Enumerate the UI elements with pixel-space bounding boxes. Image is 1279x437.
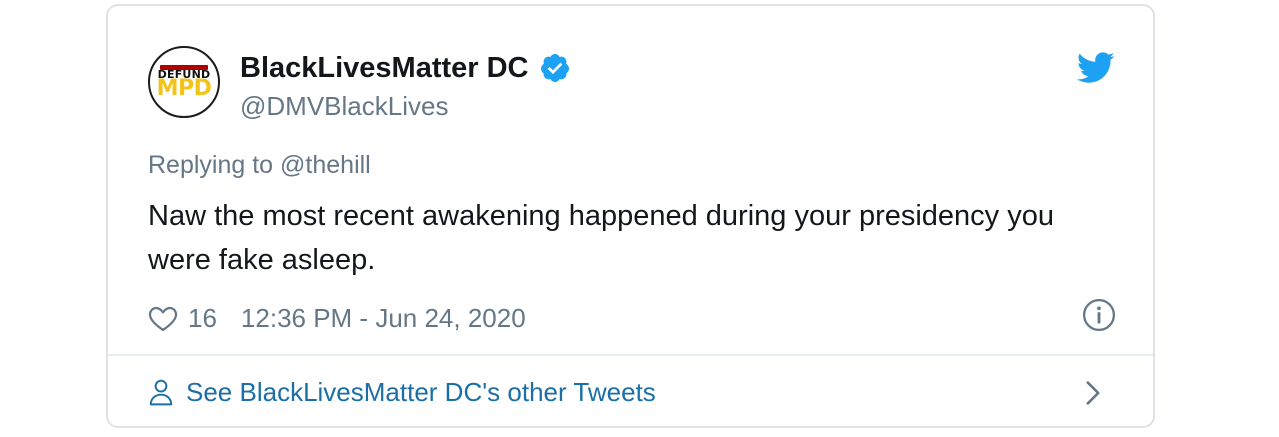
tweet-text: Naw the most recent awakening happened d… [148,200,1054,276]
author-name-row[interactable]: BlackLivesMatter DC [240,48,571,88]
avatar-text-bottom: MPD [156,76,212,101]
other-tweets-link[interactable]: See BlackLivesMatter DC's other Tweets [148,356,1113,428]
chevron-right-icon[interactable] [1085,380,1101,406]
info-icon[interactable] [1082,298,1116,332]
verified-badge-icon [539,52,571,84]
tweet-timestamp[interactable]: 12:36 PM - Jun 24, 2020 [241,303,526,334]
twitter-bird-icon[interactable] [1076,52,1115,84]
author-display-name[interactable]: BlackLivesMatter DC [240,48,529,88]
tweet-meta-row: 16 12:36 PM - Jun 24, 2020 [148,298,526,338]
heart-icon[interactable] [148,304,178,332]
tweet-card: DEFUND MPD BlackLivesMatter DC @DMVBlack… [106,4,1155,428]
replying-to-handle[interactable]: @thehill [280,151,371,179]
avatar[interactable]: DEFUND MPD [148,46,220,118]
replying-to-line: Replying to @thehill [148,147,371,183]
author-handle[interactable]: @DMVBlackLives [240,88,448,124]
like-count[interactable]: 16 [188,303,217,334]
other-tweets-link-label[interactable]: See BlackLivesMatter DC's other Tweets [186,377,656,408]
person-icon [148,378,174,406]
replying-prefix: Replying to [148,151,274,179]
